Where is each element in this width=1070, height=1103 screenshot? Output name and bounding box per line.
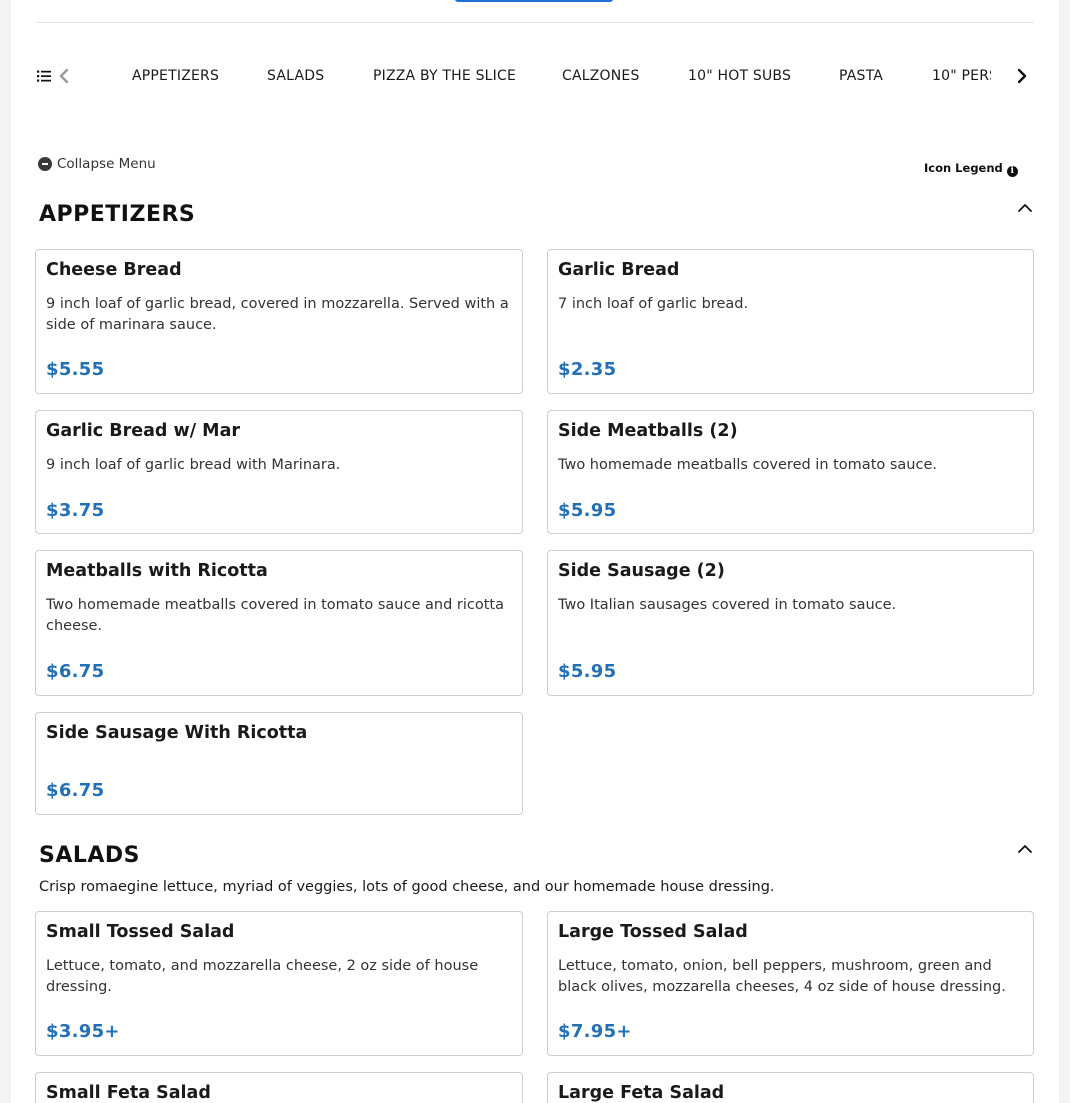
menu-page: APPETIZERS SALADS PIZZA BY THE SLICE CAL… (11, 0, 1059, 1103)
item-name: Large Feta Salad (558, 1083, 725, 1103)
item-description: Two Italian sausages covered in tomato s… (558, 597, 897, 613)
item-description: Lettuce, tomato, and mozzarella cheese, … (46, 958, 479, 995)
item-price: $6.75 (46, 780, 105, 801)
category-tab-appetizers[interactable]: APPETIZERS (132, 68, 219, 84)
item-name: Side Meatballs (2) (558, 421, 738, 441)
item-price: $7.95+ (558, 1021, 632, 1042)
item-price: $6.75 (46, 661, 105, 682)
item-description: 9 inch loaf of garlic bread with Marinar… (46, 457, 341, 473)
item-name: Side Sausage (2) (558, 561, 725, 581)
item-price: $5.55 (46, 359, 105, 380)
menu-item-card[interactable]: Meatballs with Ricotta Two homemade meat… (35, 550, 523, 696)
menu-item-card[interactable]: Small Feta Salad (35, 1072, 523, 1103)
category-tab-hot-subs[interactable]: 10" HOT SUBS (688, 68, 791, 84)
section-title-salads: SALADS (39, 843, 141, 868)
item-name: Small Tossed Salad (46, 922, 235, 942)
item-description: 7 inch loaf of garlic bread. (558, 296, 749, 312)
item-price: $3.75 (46, 500, 105, 521)
category-tab-personal[interactable]: 10" PERSONAL (932, 68, 991, 84)
list-icon[interactable] (37, 69, 51, 83)
menu-item-card[interactable]: Side Sausage With Ricotta $6.75 (35, 712, 523, 815)
item-name: Small Feta Salad (46, 1083, 211, 1103)
category-tab-pizza-by-the-slice[interactable]: PIZZA BY THE SLICE (373, 68, 516, 84)
divider (36, 22, 1034, 23)
menu-item-card[interactable]: Garlic Bread 7 inch loaf of garlic bread… (547, 249, 1034, 394)
category-tab-salads[interactable]: SALADS (267, 68, 324, 84)
chevron-left-icon[interactable] (58, 67, 70, 85)
item-name: Cheese Bread (46, 260, 182, 280)
item-description: Two homemade meatballs covered in tomato… (46, 597, 504, 634)
icon-legend-label: Icon Legend (924, 161, 1003, 175)
item-name: Meatballs with Ricotta (46, 561, 268, 581)
collapse-menu-label: Collapse Menu (57, 156, 156, 172)
item-name: Large Tossed Salad (558, 922, 748, 942)
menu-item-card[interactable]: Large Feta Salad (547, 1072, 1034, 1103)
top-action-button[interactable] (455, 0, 613, 2)
item-description: Lettuce, tomato, onion, bell peppers, mu… (558, 958, 1006, 995)
info-icon: i (1006, 166, 1018, 177)
category-tabs: APPETIZERS SALADS PIZZA BY THE SLICE CAL… (96, 56, 991, 98)
section-title-appetizers: APPETIZERS (39, 202, 196, 227)
item-name: Side Sausage With Ricotta (46, 723, 308, 743)
icon-legend-button[interactable]: Icon Legend i (924, 157, 1018, 177)
category-nav: APPETIZERS SALADS PIZZA BY THE SLICE CAL… (36, 56, 1034, 98)
menu-item-card[interactable]: Side Meatballs (2) Two homemade meatball… (547, 410, 1034, 534)
item-price: $5.95 (558, 500, 617, 521)
menu-item-card[interactable]: Cheese Bread 9 inch loaf of garlic bread… (35, 249, 523, 394)
item-price: $2.35 (558, 359, 617, 380)
minus-circle-icon (38, 157, 52, 171)
menu-item-card[interactable]: Garlic Bread w/ Mar 9 inch loaf of garli… (35, 410, 523, 534)
item-price: $3.95+ (46, 1021, 120, 1042)
item-name: Garlic Bread w/ Mar (46, 421, 241, 441)
menu-item-card[interactable]: Side Sausage (2) Two Italian sausages co… (547, 550, 1034, 696)
menu-item-card[interactable]: Large Tossed Salad Lettuce, tomato, onio… (547, 911, 1034, 1056)
item-price: $5.95 (558, 661, 617, 682)
item-description: 9 inch loaf of garlic bread, covered in … (46, 296, 509, 333)
category-tab-pasta[interactable]: PASTA (839, 68, 883, 84)
chevron-right-icon[interactable] (1016, 67, 1028, 85)
item-description: Two homemade meatballs covered in tomato… (558, 457, 937, 473)
category-tab-calzones[interactable]: CALZONES (562, 68, 640, 84)
menu-item-card[interactable]: Small Tossed Salad Lettuce, tomato, and … (35, 911, 523, 1056)
section-description: Crisp romaegine lettuce, myriad of veggi… (39, 879, 775, 895)
item-name: Garlic Bread (558, 260, 680, 280)
chevron-up-icon[interactable] (1017, 202, 1033, 214)
chevron-up-icon[interactable] (1017, 843, 1033, 855)
